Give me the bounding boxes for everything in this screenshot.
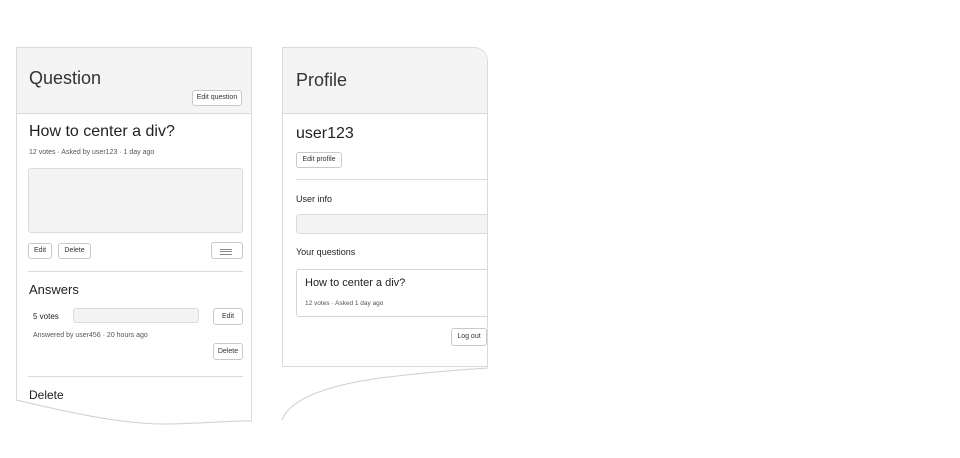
answer-delete-button[interactable]: Delete: [213, 343, 243, 360]
profile-panel: Profile user123 Edit profile User info Y…: [282, 47, 488, 367]
menu-icon: [220, 247, 232, 256]
question-title: How to center a div?: [29, 123, 175, 140]
answer-meta: Answered by user456 · 20 hours ago: [33, 332, 148, 339]
question-panel-header: Question Edit question: [17, 48, 251, 114]
user-info-placeholder: [296, 214, 487, 234]
question-meta: 12 votes · Asked by user123 · 1 day ago: [29, 149, 155, 156]
delete-heading: Delete: [29, 388, 64, 402]
delete-button[interactable]: Delete: [58, 243, 91, 259]
answer-edit-button[interactable]: Edit: [213, 308, 243, 325]
profile-username: user123: [296, 125, 354, 142]
question-panel-title: Question: [29, 68, 102, 88]
your-questions-label: Your questions: [296, 247, 356, 257]
answer-body-placeholder: [73, 308, 199, 323]
logout-button[interactable]: Log out: [451, 328, 487, 346]
edit-question-button[interactable]: Edit question: [192, 90, 242, 106]
profile-panel-title: Profile: [296, 70, 348, 90]
edit-profile-button[interactable]: Edit profile: [296, 152, 342, 168]
question-card[interactable]: How to center a div? 12 votes · Asked 1 …: [296, 269, 487, 317]
edit-button[interactable]: Edit: [28, 243, 52, 259]
answer-votes: 5 votes: [33, 312, 59, 321]
profile-panel-header: Profile: [283, 48, 487, 114]
question-body-placeholder: [28, 168, 243, 233]
menu-button[interactable]: [211, 242, 243, 259]
user-info-label: User info: [296, 194, 333, 204]
divider: [28, 271, 243, 272]
divider: [28, 376, 243, 377]
question-card-title[interactable]: How to center a div?: [305, 277, 405, 289]
divider: [296, 179, 487, 180]
answers-heading: Answers: [29, 282, 79, 297]
question-panel: Question Edit question How to center a d…: [16, 47, 252, 425]
question-card-meta: 12 votes · Asked 1 day ago: [305, 300, 384, 307]
screen: Question Edit question How to center a d…: [0, 0, 960, 458]
